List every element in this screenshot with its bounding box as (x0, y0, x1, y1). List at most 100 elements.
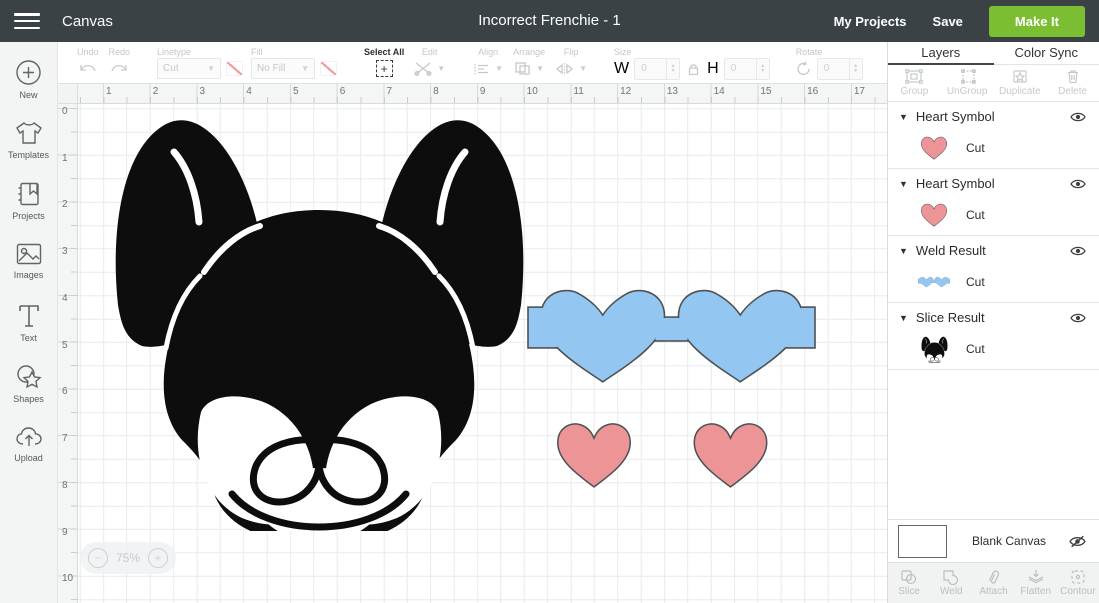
panel-tabs: Layers Color Sync (888, 42, 1099, 65)
attach-button[interactable]: Attach (972, 563, 1014, 603)
blank-canvas-label: Blank Canvas (972, 534, 1046, 548)
undo-button[interactable]: Undo (77, 46, 99, 80)
flip-button[interactable]: Flip ▼ (555, 46, 587, 80)
sidebar-item-new[interactable]: New (0, 52, 57, 113)
make-it-button[interactable]: Make It (989, 6, 1085, 37)
width-input[interactable]: 0▲▼ (634, 58, 680, 80)
sidebar-item-templates[interactable]: Templates (0, 113, 57, 174)
h-ruler-number: 5 (293, 86, 299, 97)
text-t-icon (16, 303, 42, 329)
zoom-in-button[interactable]: + (148, 548, 168, 568)
contour-button[interactable]: Contour (1057, 563, 1099, 603)
sidebar-item-upload[interactable]: Upload (0, 418, 57, 479)
rotate-input[interactable]: 0▲▼ (817, 58, 863, 80)
linetype-dropdown[interactable]: Cut ▼ (157, 58, 221, 79)
group-button[interactable]: Group (888, 65, 941, 101)
delete-button[interactable]: Delete (1046, 65, 1099, 101)
sidebar-item-label: Shapes (13, 394, 44, 404)
flatten-label: Flatten (1020, 586, 1051, 597)
frenchie-head-thumbnail (917, 335, 951, 363)
layer-row[interactable]: ▼ Heart Symbol (888, 169, 1099, 195)
duplicate-button[interactable]: Duplicate (994, 65, 1047, 101)
chevron-down-icon: ▼ (536, 64, 544, 73)
layer-operation: Cut (966, 141, 985, 155)
sidebar-item-shapes[interactable]: Shapes (0, 357, 57, 418)
visibility-eye-off-icon[interactable] (1069, 535, 1086, 548)
select-all-label: Select All (364, 46, 404, 58)
linetype-value: Cut (163, 63, 179, 74)
pink-heart-thumbnail (917, 134, 951, 162)
sidebar-item-projects[interactable]: Projects (0, 174, 57, 235)
edit-button[interactable]: Edit ▼ (414, 46, 445, 80)
menu-hamburger-icon[interactable] (14, 13, 40, 29)
tshirt-icon (15, 120, 43, 146)
zoom-out-button[interactable]: − (88, 548, 108, 568)
visibility-eye-icon[interactable] (1070, 111, 1086, 123)
arrange-button[interactable]: Arrange ▼ (513, 46, 545, 80)
h-ruler-number: 4 (246, 86, 252, 97)
visibility-eye-icon[interactable] (1070, 178, 1086, 190)
caret-down-icon[interactable]: ▼ (899, 179, 908, 189)
h-ruler-number: 17 (854, 86, 865, 97)
pink-heart-shape-right[interactable] (686, 418, 775, 492)
rotate-label: Rotate (796, 46, 863, 58)
pink-heart-shape-left[interactable] (551, 418, 637, 492)
blank-canvas-thumbnail (898, 525, 947, 558)
layer-sublayer-row[interactable]: Cut (888, 195, 1099, 235)
layer-group: ▼ Heart Symbol Cut (888, 169, 1099, 236)
tab-layers[interactable]: Layers (888, 42, 994, 64)
tab-color-sync[interactable]: Color Sync (994, 42, 1099, 64)
my-projects-link[interactable]: My Projects (834, 14, 907, 29)
horizontal-ruler: 1234567891011121314151617 (78, 84, 887, 104)
align-button[interactable]: Align ▼ (473, 46, 503, 80)
sidebar-item-label: Text (20, 333, 37, 343)
layer-row[interactable]: ▼ Heart Symbol (888, 102, 1099, 128)
layer-sublayer-row[interactable]: Cut (888, 128, 1099, 168)
visibility-eye-icon[interactable] (1070, 312, 1086, 324)
layer-sublayer-row[interactable]: Cut (888, 262, 1099, 302)
h-ruler-number: 13 (667, 86, 678, 97)
sidebar-item-images[interactable]: Images (0, 235, 57, 296)
flip-label: Flip (564, 46, 579, 58)
stepper-icon[interactable]: ▲▼ (666, 59, 679, 79)
upload-cloud-icon (15, 425, 43, 449)
weld-button[interactable]: Weld (930, 563, 972, 603)
h-ruler-number: 15 (760, 86, 771, 97)
caret-down-icon[interactable]: ▼ (899, 313, 908, 323)
slice-button[interactable]: Slice (888, 563, 930, 603)
caret-down-icon[interactable]: ▼ (899, 112, 908, 122)
chevron-down-icon: ▼ (301, 64, 309, 73)
canvas-grid[interactable] (78, 104, 887, 603)
stepper-icon[interactable]: ▲▼ (756, 59, 769, 79)
linetype-color-swatch[interactable] (226, 61, 243, 76)
layer-sublayer-row[interactable]: Cut (888, 329, 1099, 369)
chevron-down-icon: ▼ (207, 64, 215, 73)
select-all-button[interactable]: Select All + (364, 46, 404, 80)
caret-down-icon[interactable]: ▼ (899, 246, 908, 256)
v-ruler-number: 2 (62, 199, 68, 210)
layer-row[interactable]: ▼ Slice Result (888, 303, 1099, 329)
heart-glasses-shape[interactable] (527, 285, 816, 385)
edit-icon (414, 61, 432, 76)
stepper-icon[interactable]: ▲▼ (849, 59, 862, 79)
save-link[interactable]: Save (933, 14, 963, 29)
layer-row[interactable]: ▼ Weld Result (888, 236, 1099, 262)
visibility-eye-icon[interactable] (1070, 245, 1086, 257)
group-label: Group (900, 86, 928, 97)
v-ruler-number: 9 (62, 527, 68, 538)
height-input[interactable]: 0▲▼ (724, 58, 770, 80)
flatten-button[interactable]: Flatten (1015, 563, 1057, 603)
contour-label: Contour (1060, 586, 1096, 597)
v-ruler-number: 6 (62, 386, 68, 397)
redo-button[interactable]: Redo (109, 46, 131, 80)
attach-paperclip-icon (987, 569, 1001, 585)
ungroup-icon (958, 69, 976, 84)
ungroup-button[interactable]: UnGroup (941, 65, 994, 101)
sidebar-item-text[interactable]: Text (0, 296, 57, 357)
slice-label: Slice (898, 586, 920, 597)
blank-canvas-row[interactable]: Blank Canvas (888, 519, 1099, 562)
fill-dropdown[interactable]: No Fill▼ (251, 58, 315, 79)
fill-color-swatch[interactable] (320, 61, 337, 76)
frenchie-head-shape[interactable] (108, 110, 531, 531)
lock-icon[interactable] (687, 62, 700, 76)
